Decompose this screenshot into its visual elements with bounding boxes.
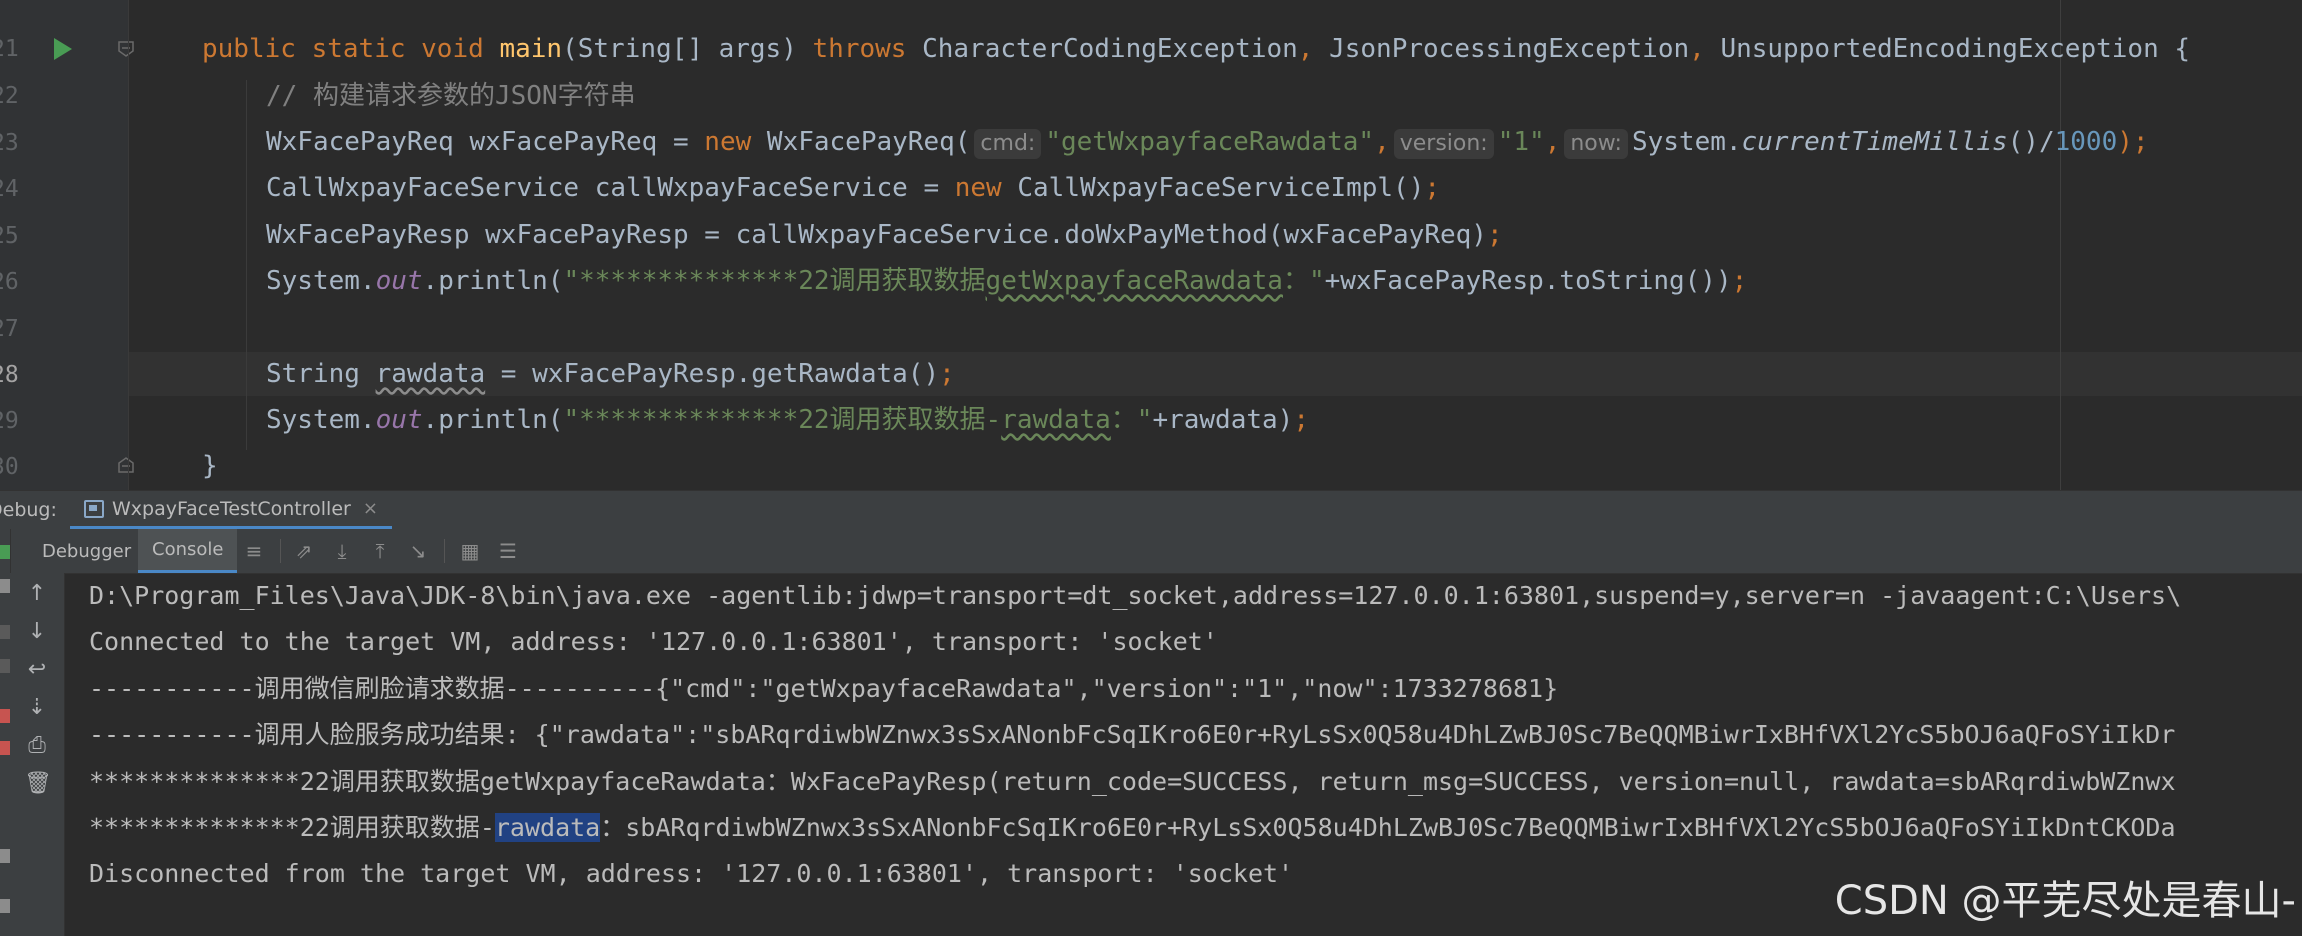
debug-session-title: WxpayFaceTestController [112,497,351,520]
code-line-30: } [202,451,218,481]
console-line: **************22调用获取数据-rawdata：sbARqrdiw… [89,813,2176,842]
code-line-24: CallWxpayFaceService callWxpayFaceServic… [266,173,1441,203]
code-line-23: WxFacePayReq wxFacePayReq = new WxFacePa… [266,127,2149,159]
console-line: -----------调用人脸服务成功结果: {"rawdata":"sbARq… [89,720,2176,749]
breakpoints-icon[interactable] [0,709,10,723]
fold-end-icon[interactable] [117,456,135,474]
menu-lines-icon[interactable]: ≡ [244,541,264,561]
param-hint-version: version: [1393,129,1494,159]
wrench-icon[interactable] [0,579,10,593]
code-editor[interactable]: 21 22 23 24 25 26 27 28 29 30 public sta… [0,0,2302,490]
watermark: CSDN @平芜尽处是春山- [1834,878,2296,924]
gutter-separator [128,0,129,490]
show-execution-point-icon[interactable]: ⇗ [294,541,314,561]
line-number: 30 [0,454,19,480]
console-line: -----------调用微信刷脸请求数据----------{"cmd":"g… [89,674,1559,703]
soft-wrap-icon[interactable]: ↩ [24,657,50,683]
frames-icon[interactable]: ▦ [460,541,480,561]
code-line-25: WxFacePayResp wxFacePayResp = callWxpayF… [266,220,1503,250]
pause-icon[interactable] [0,625,10,639]
line-number: 25 [0,223,19,249]
debug-session-tab[interactable]: WxpayFaceTestController × [70,491,392,529]
resume-icon[interactable] [0,545,10,559]
right-margin-guide [2060,0,2061,490]
tab-debugger[interactable]: Debugger [28,529,145,573]
console-line: Connected to the target VM, address: '12… [89,627,1218,656]
line-number: 22 [0,83,19,109]
line-number: 27 [0,316,19,342]
code-line-21: public static void main(String[] args) t… [202,34,2191,64]
indent-guide [246,80,247,450]
debug-label: Debug: [0,499,57,521]
code-line-22: // 构建请求参数的JSON字符串 [266,81,636,111]
console-line: **************22调用获取数据getWxpayfaceRawdat… [89,767,2176,796]
line-number: 29 [0,408,19,434]
param-hint-cmd: cmd: [974,129,1042,159]
stop-icon[interactable] [0,659,10,673]
selected-text: rawdata [494,813,601,842]
editor-gutter: 21 22 23 24 25 26 27 28 29 30 [0,0,134,490]
fold-start-icon[interactable] [117,40,135,58]
trash-icon[interactable]: 🗑 [24,771,52,797]
gear-icon[interactable] [0,899,10,913]
tab-console[interactable]: Console [138,529,238,573]
console-line: Disconnected from the target VM, address… [89,859,1294,888]
line-number: 24 [0,176,19,202]
step-over-icon[interactable]: ⤓ [332,541,352,561]
line-number: 28 [0,362,19,388]
run-gutter-icon[interactable] [54,38,72,60]
camera-icon[interactable] [0,849,10,863]
settings-list-icon[interactable]: ☰ [498,541,518,561]
arrow-up-icon[interactable]: ↑ [24,581,50,607]
debug-toolwindow-header: Debug: WxpayFaceTestController × [0,490,2302,530]
console-line: D:\Program_Files\Java\JDK-8\bin\java.exe… [89,581,2182,610]
scroll-to-end-icon[interactable]: ⇣ [24,695,50,721]
print-icon[interactable]: ⎙ [24,733,50,759]
debug-subtoolbar: Debugger Console ≡ ⇗ ⤓ ⤒ ↘ ▦ ☰ [0,529,2302,574]
code-line-29: System.out.println("**************22调用获取… [266,405,1309,435]
step-out-icon[interactable]: ↘ [408,541,428,561]
line-number: 26 [0,269,19,295]
console-side-toolbar: ↑ ↓ ↩ ⇣ ⎙ 🗑 [10,573,65,936]
line-number: 23 [0,130,19,156]
step-into-icon[interactable]: ⤒ [370,541,390,561]
mute-breakpoints-icon[interactable] [0,741,10,755]
param-hint-now: now: [1564,129,1628,159]
code-line-28: String rawdata = wxFacePayResp.getRawdat… [266,359,955,389]
code-line-26: System.out.println("**************22调用获取… [266,266,1748,296]
arrow-down-icon[interactable]: ↓ [24,619,50,645]
run-config-icon [84,499,104,518]
line-number: 21 [0,36,19,62]
close-icon[interactable]: × [363,498,378,519]
